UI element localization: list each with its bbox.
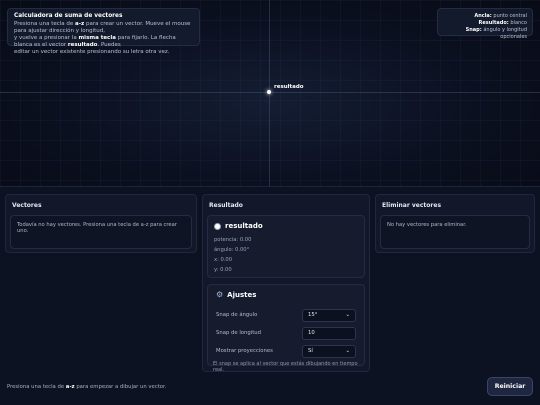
result-title: Resultado [209, 202, 243, 209]
result-angle: ángulo: 0.00° [214, 247, 250, 253]
legend-snap: Snap: ángulo y longitud opcionales [465, 27, 527, 40]
settings-box: ⚙ Ajustes Snap de ángulo 15° ⌄ Snap de l… [207, 284, 365, 366]
length-snap-label: Snap de longitud [216, 330, 262, 336]
projections-row: Mostrar proyecciones Sí ⌄ [216, 344, 356, 358]
chevron-down-icon: ⌄ [345, 312, 350, 318]
vectors-list: Todavía no hay vectores. Presiona una te… [10, 215, 192, 249]
reset-button[interactable]: Reiniciar [487, 377, 533, 396]
projections-label: Mostrar proyecciones [216, 348, 273, 354]
result-power: potencia: 0.00 [214, 237, 252, 243]
delete-card: Eliminar vectores No hay vectores para e… [375, 194, 535, 253]
vectors-title: Vectores [12, 202, 42, 209]
vectors-empty-text: Todavía no hay vectores. Presiona una te… [17, 222, 177, 234]
angle-snap-label: Snap de ángulo [216, 312, 258, 318]
result-box: resultado potencia: 0.00 ángulo: 0.00° x… [207, 215, 365, 278]
length-snap-input[interactable]: 10 [302, 326, 356, 340]
result-x: x: 0.00 [214, 257, 233, 263]
legend-box: Ancla: punto central Resultado: blanco S… [437, 8, 533, 40]
instructions-box: Calculadora de suma de vectores Presiona… [7, 8, 200, 55]
chevron-down-icon: ⌄ [345, 348, 350, 354]
gear-icon: ⚙ [216, 290, 224, 299]
legend-anchor: Ancla: punto central [474, 13, 527, 19]
vectors-card: Vectores Todavía no hay vectores. Presio… [5, 194, 197, 253]
angle-snap-row: Snap de ángulo 15° ⌄ [216, 308, 356, 322]
projections-select[interactable]: Sí ⌄ [302, 344, 356, 358]
delete-title: Eliminar vectores [382, 202, 442, 209]
delete-empty-text: No hay vectores para eliminar. [387, 222, 467, 228]
result-y: y: 0.00 [214, 267, 232, 273]
status-text: Presiona una tecla de a-z para empezar a… [7, 384, 167, 390]
snap-note: El snap se aplica al vector que estás di… [213, 361, 358, 373]
result-card: Resultado resultado potencia: 0.00 ángul… [202, 194, 370, 373]
angle-snap-select[interactable]: 15° ⌄ [302, 308, 356, 322]
instructions-text: Presiona una tecla de a-z para crear un … [14, 21, 191, 55]
vector-canvas[interactable]: resultado Calculadora de suma de vectore… [0, 0, 540, 186]
result-vector-label: resultado [274, 84, 304, 90]
result-color-swatch [214, 222, 221, 230]
result-vector-dot [267, 90, 271, 94]
length-snap-row: Snap de longitud 10 [216, 326, 356, 340]
legend-result: Resultado: blanco [478, 20, 527, 26]
instructions-title: Calculadora de suma de vectores [14, 13, 123, 19]
result-name: resultado [225, 222, 263, 230]
control-panel: Vectores Todavía no hay vectores. Presio… [0, 186, 540, 405]
settings-title: Ajustes [227, 290, 257, 299]
delete-list: No hay vectores para eliminar. [380, 215, 530, 249]
